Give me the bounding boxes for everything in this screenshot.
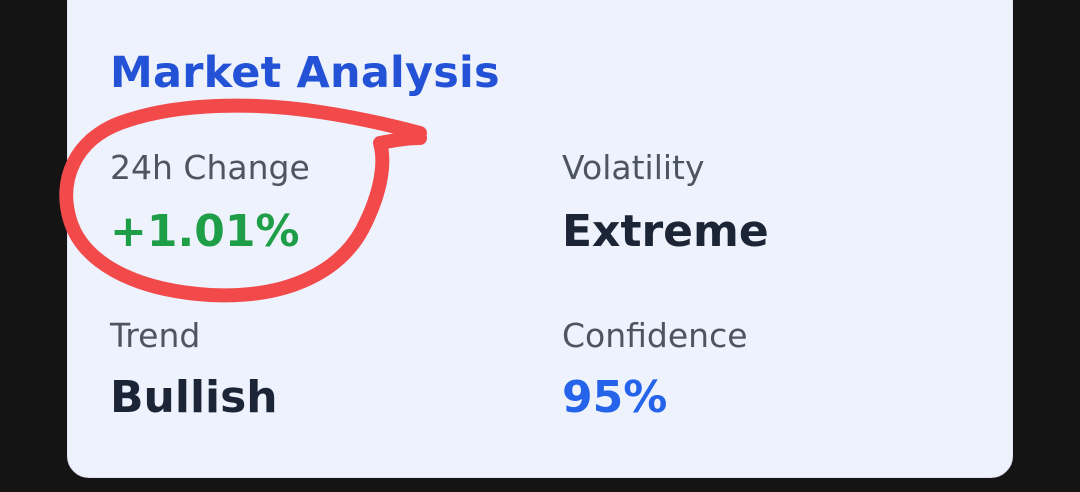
card-title: Market Analysis [110,48,500,98]
metric-label-confidence: Confidence [562,316,748,355]
metric-value-trend: Bullish [110,372,278,423]
metric-label-volatility: Volatility [562,148,705,187]
metric-value-24h-change: +1.01% [110,206,300,257]
metric-value-confidence: 95% [562,372,668,423]
metric-label-trend: Trend [110,316,201,355]
metric-value-volatility: Extreme [562,206,769,257]
metric-label-24h-change: 24h Change [110,148,310,187]
page: Market Analysis 24h Change +1.01% Volati… [0,0,1080,492]
